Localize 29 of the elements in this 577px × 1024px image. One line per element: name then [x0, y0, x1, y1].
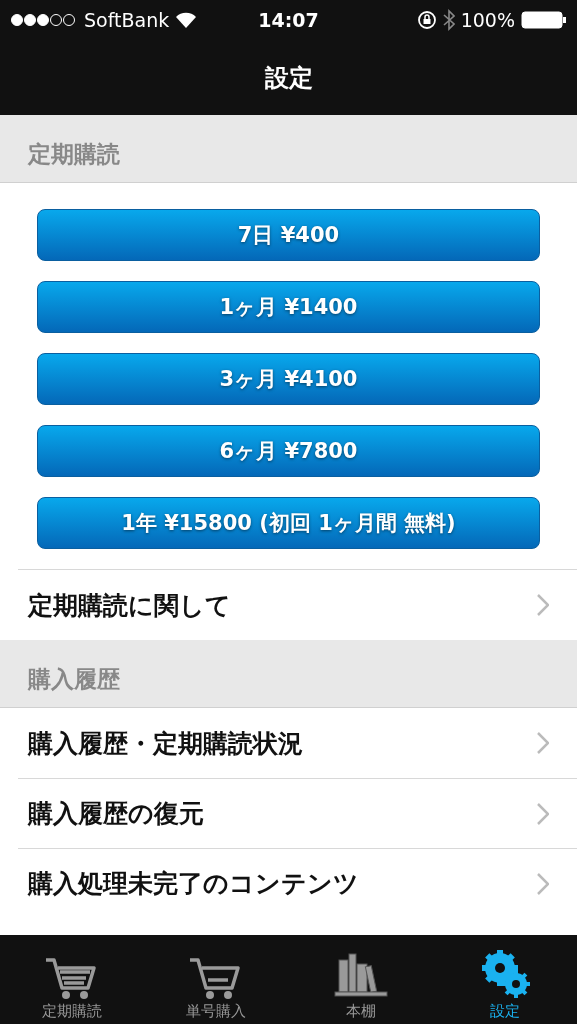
plan-button[interactable]: 3ヶ月 ¥4100 — [37, 353, 540, 405]
signal-icon — [10, 13, 78, 27]
bluetooth-icon — [442, 9, 455, 31]
tab-item[interactable]: 単号購入 — [144, 935, 289, 1024]
chevron-icon — [537, 802, 549, 825]
carrier-name: SoftBank — [84, 9, 170, 31]
rotation-lock-icon — [416, 10, 437, 30]
battery-percent: 100% — [460, 9, 515, 31]
chevron-icon — [537, 594, 549, 616]
list-row[interactable]: 購入履歴の復元 — [18, 778, 577, 848]
tab-item[interactable]: 設定 — [432, 935, 577, 1024]
section-header: 定期購読 — [28, 140, 120, 169]
chevron-icon — [537, 732, 549, 754]
plan-button[interactable]: 6ヶ月 ¥7800 — [37, 425, 540, 477]
plan-button[interactable]: 1ヶ月 ¥1400 — [37, 281, 540, 333]
list-row[interactable]: 購入処理未完了のコンテンツ — [18, 848, 577, 918]
nav-title: 設定 — [264, 62, 313, 94]
list-row[interactable]: 購入履歴・定期購読状況 — [18, 708, 577, 778]
plan-button[interactable]: 7日 ¥400 — [37, 209, 540, 261]
wifi-icon — [175, 12, 198, 28]
chevron-icon — [537, 872, 549, 895]
battery-icon — [521, 11, 567, 29]
tab-item[interactable]: 本棚 — [288, 935, 433, 1024]
clock-time: 14:07 — [258, 9, 319, 31]
plan-button[interactable]: 1年 ¥15800 (初回 1ヶ月間 無料) — [37, 497, 540, 549]
list-row[interactable]: 定期購読に関して — [18, 570, 577, 640]
tab-item[interactable]: 定期購読 — [0, 935, 145, 1024]
section-header: 購入履歴 — [28, 665, 120, 694]
books-icon — [332, 952, 389, 1000]
